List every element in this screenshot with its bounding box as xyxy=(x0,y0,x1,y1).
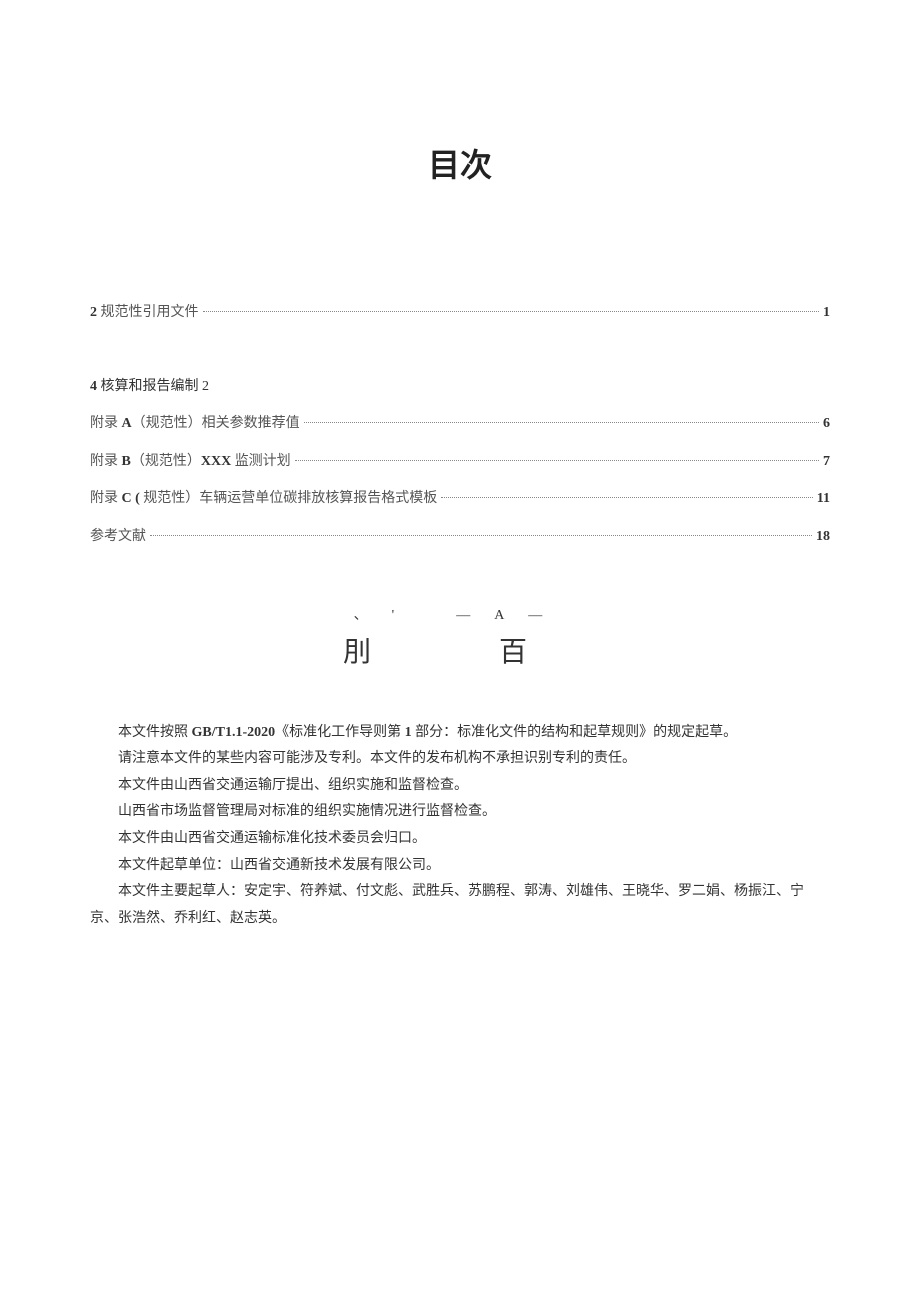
toc-page: 6 xyxy=(823,407,830,441)
paragraph: 山西省市场监督管理局对标准的组织实施情况进行监督检查。 xyxy=(90,799,830,826)
toc-text: 规范性引用文件 xyxy=(97,305,199,320)
toc-label: 参考文献 xyxy=(90,520,146,554)
part-number: 1 xyxy=(405,725,412,740)
text: 部分：标准化文件的结构和起草规则》的规定起草。 xyxy=(412,725,738,740)
toc-letter: C ( xyxy=(122,491,140,506)
toc-prefix: 附录 xyxy=(90,454,122,469)
paragraph: 本文件由山西省交通运输厅提出、组织实施和监督检查。 xyxy=(90,773,830,800)
toc-page: 11 xyxy=(817,482,830,516)
paragraph: 请注意本文件的某些内容可能涉及专利。本文件的发布机构不承担识别专利的责任。 xyxy=(90,746,830,773)
toc-entry: 4 核算和报告编制 2 xyxy=(90,370,830,404)
table-of-contents: 2 规范性引用文件 1 4 核算和报告编制 2 附录 A（规范性）相关参数推荐值… xyxy=(90,296,830,554)
text: 本文件按照 xyxy=(118,725,192,740)
toc-entry: 附录 C ( 规范性）车辆运营单位碳排放核算报告格式模板 11 xyxy=(90,482,830,516)
toc-letter: A xyxy=(122,416,132,431)
toc-entry: 附录 A（规范性）相关参数推荐值 6 xyxy=(90,407,830,441)
page-title: 目次 xyxy=(90,140,830,186)
toc-text: （规范性）相关参数推荐值 xyxy=(132,416,300,431)
toc-entry: 附录 B（规范性）XXX 监测计划 7 xyxy=(90,445,830,479)
toc-text: 规范性）车辆运营单位碳排放核算报告格式模板 xyxy=(140,491,438,506)
toc-text: 参考文献 xyxy=(90,529,146,544)
leader-dots xyxy=(441,497,812,498)
body-content: 本文件按照 GB/T1.1-2020《标准化工作导则第 1 部分：标准化文件的结… xyxy=(90,720,830,933)
toc-prefix: 附录 xyxy=(90,416,122,431)
paragraph: 本文件主要起草人：安定宇、符养斌、付文彪、武胜兵、苏鹏程、郭涛、刘雄伟、王晓华、… xyxy=(90,879,830,906)
toc-label: 附录 A（规范性）相关参数推荐值 xyxy=(90,407,300,441)
toc-label: 2 规范性引用文件 xyxy=(90,296,199,330)
toc-mid: （规范性） xyxy=(131,454,201,469)
toc-page: 18 xyxy=(816,520,830,554)
toc-label: 附录 B（规范性）XXX 监测计划 xyxy=(90,445,291,479)
toc-code: XXX xyxy=(201,454,231,469)
paragraph: 京、张浩然、乔利红、赵志英。 xyxy=(90,906,830,933)
toc-text: 监测计划 xyxy=(231,454,291,469)
paragraph: 本文件起草单位：山西省交通新技术发展有限公司。 xyxy=(90,853,830,880)
toc-letter: B xyxy=(122,454,131,469)
toc-num: 4 xyxy=(90,379,97,394)
toc-entry: 2 规范性引用文件 1 xyxy=(90,296,830,330)
section-marker: 、' —A— 刖 百 xyxy=(90,604,830,670)
toc-page: 7 xyxy=(823,445,830,479)
toc-num: 2 xyxy=(90,305,97,320)
leader-dots xyxy=(304,422,819,423)
leader-dots xyxy=(295,460,819,461)
toc-prefix: 附录 xyxy=(90,491,122,506)
leader-dots xyxy=(150,535,812,536)
paragraph: 本文件由山西省交通运输标准化技术委员会归口。 xyxy=(90,826,830,853)
leader-dots xyxy=(203,311,820,312)
toc-text: 核算和报告编制 2 xyxy=(97,379,209,394)
toc-entry: 参考文献 18 xyxy=(90,520,830,554)
text: 《标准化工作导则第 xyxy=(275,725,405,740)
marker-bottom: 刖 百 xyxy=(90,630,830,670)
toc-page: 1 xyxy=(823,296,830,330)
paragraph: 本文件按照 GB/T1.1-2020《标准化工作导则第 1 部分：标准化文件的结… xyxy=(90,720,830,747)
standard-code: GB/T1.1-2020 xyxy=(192,725,276,740)
marker-top: 、' —A— xyxy=(90,604,830,624)
toc-label: 附录 C ( 规范性）车辆运营单位碳排放核算报告格式模板 xyxy=(90,482,437,516)
